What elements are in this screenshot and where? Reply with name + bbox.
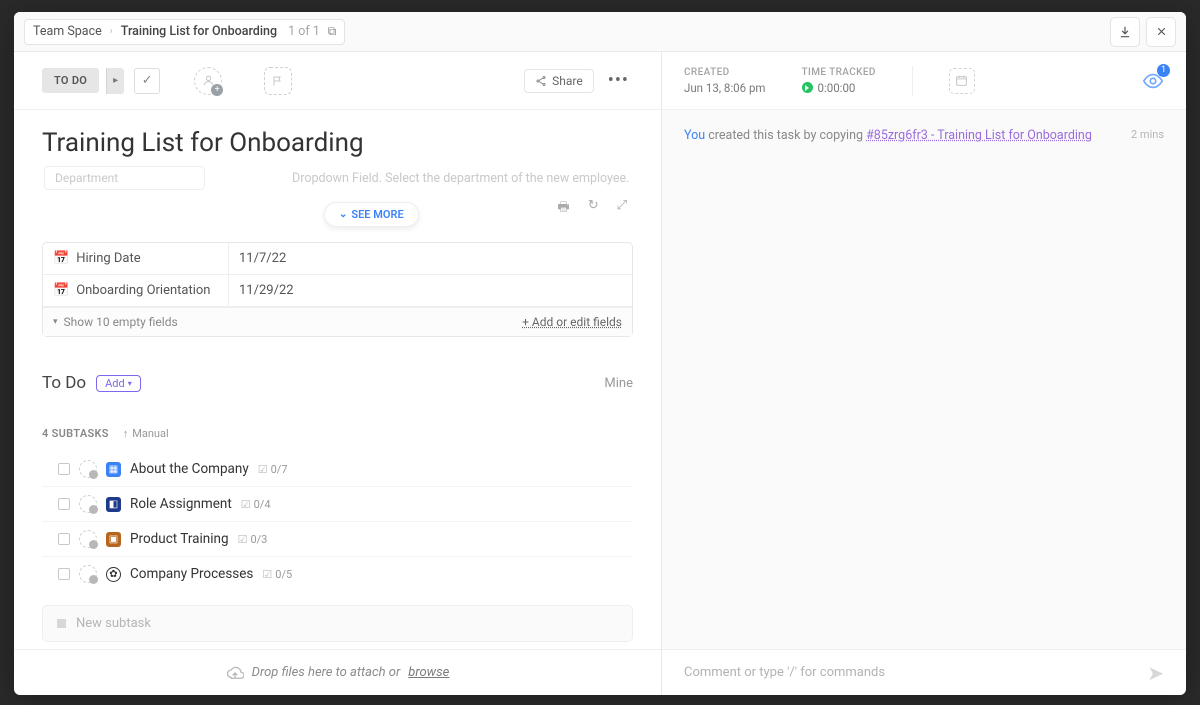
- activity-actor[interactable]: You: [684, 128, 705, 143]
- header-bar: Team Space › Training List for Onboardin…: [14, 12, 1186, 52]
- subtask-progress: 0/5: [262, 568, 292, 581]
- complete-button[interactable]: ✓: [134, 68, 160, 94]
- plus-icon: +: [211, 84, 223, 96]
- share-icon: [535, 75, 547, 87]
- calendar-icon: 📅: [53, 283, 69, 298]
- gear-icon: ✿: [106, 567, 121, 582]
- new-tab-icon[interactable]: ⧉: [328, 24, 337, 39]
- breadcrumb-list[interactable]: Training List for Onboarding: [121, 24, 277, 39]
- subtask-sort[interactable]: ↑ Manual: [123, 427, 169, 440]
- cf-name: 📅 Onboarding Orientation: [43, 275, 229, 306]
- subtask-name: Role Assignment: [130, 496, 232, 512]
- meta-bar: CREATED Jun 13, 8:06 pm TIME TRACKED 0:0…: [662, 52, 1186, 110]
- assignee-icon[interactable]: [79, 565, 97, 583]
- todo-section-title: To Do: [42, 373, 86, 393]
- subtask-name: Product Training: [130, 531, 229, 547]
- cf-row[interactable]: 📅 Hiring Date 11/7/22: [43, 243, 632, 275]
- breadcrumb-position: 1 of 1: [288, 24, 320, 39]
- browse-link[interactable]: browse: [408, 665, 449, 680]
- time-tracked-block[interactable]: TIME TRACKED 0:00:00: [802, 67, 876, 95]
- task-modal: Team Space › Training List for Onboardin…: [14, 12, 1186, 695]
- chevron-down-icon: ▾: [128, 379, 132, 388]
- subtask-row[interactable]: ◧ Role Assignment 0/4: [42, 487, 633, 522]
- more-menu[interactable]: •••: [604, 70, 633, 91]
- description-hint: Department Dropdown Field. Select the de…: [42, 172, 633, 192]
- print-icon[interactable]: 🖶: [557, 198, 569, 220]
- see-more-button[interactable]: ⌄ SEE MORE: [324, 202, 419, 227]
- chevron-down-icon: ⌄: [339, 209, 347, 220]
- department-field-ghost: Department: [44, 166, 205, 190]
- role-icon: ◧: [106, 497, 121, 512]
- activity-time: 2 mins: [1131, 128, 1164, 141]
- cf-row[interactable]: 📅 Onboarding Orientation 11/29/22: [43, 275, 632, 307]
- status-button[interactable]: TO DO: [42, 68, 99, 93]
- chevron-down-icon: ▾: [53, 317, 58, 327]
- breadcrumb: Team Space › Training List for Onboardin…: [24, 19, 345, 45]
- task-toolbar: TO DO ▸ ✓ + Share •••: [14, 52, 661, 110]
- checkbox[interactable]: [58, 463, 70, 475]
- checkbox[interactable]: [58, 533, 70, 545]
- priority-flag[interactable]: [264, 67, 292, 95]
- assignee-icon[interactable]: [79, 460, 97, 478]
- department-caption: Dropdown Field. Select the department of…: [292, 171, 629, 186]
- box-icon: ▣: [106, 532, 121, 547]
- share-button[interactable]: Share: [524, 69, 594, 93]
- square-icon: [57, 619, 66, 628]
- assignee-icon[interactable]: [79, 495, 97, 513]
- subtask-row[interactable]: ▦ About the Company 0/7: [42, 452, 633, 487]
- assignee-icon[interactable]: [79, 530, 97, 548]
- play-icon[interactable]: [802, 82, 813, 93]
- add-edit-fields[interactable]: + Add or edit fields: [522, 315, 622, 329]
- subtask-row[interactable]: ✿ Company Processes 0/5: [42, 557, 633, 591]
- cloud-upload-icon: [226, 664, 244, 682]
- cf-name: 📅 Hiring Date: [43, 243, 229, 274]
- expand-icon[interactable]: ⤢: [617, 198, 627, 220]
- custom-fields-table: 📅 Hiring Date 11/7/22 📅 Onboarding Orien…: [42, 242, 633, 337]
- subtask-progress: 0/3: [238, 533, 268, 546]
- history-icon[interactable]: ↻: [588, 198, 599, 220]
- activity-entry: You created this task by copying #85zrg6…: [684, 128, 1164, 143]
- cf-value[interactable]: 11/29/22: [229, 275, 632, 306]
- send-icon[interactable]: ➤: [1147, 661, 1164, 685]
- subtask-count: 4 SUBTASKS: [42, 427, 109, 440]
- show-empty-fields[interactable]: ▾ Show 10 empty fields: [53, 315, 178, 329]
- activity-feed: You created this task by copying #85zrg6…: [662, 110, 1186, 649]
- comment-input[interactable]: Comment or type '/' for commands ➤: [662, 649, 1186, 695]
- share-label: Share: [552, 74, 583, 88]
- due-date-button[interactable]: [949, 68, 975, 94]
- task-title[interactable]: Training List for Onboarding: [42, 128, 633, 158]
- subtask-progress: 0/7: [258, 463, 288, 476]
- breadcrumb-space[interactable]: Team Space: [33, 24, 102, 39]
- add-status-button[interactable]: Add ▾: [96, 375, 141, 392]
- checkbox[interactable]: [58, 498, 70, 510]
- calendar-icon: 📅: [53, 251, 69, 266]
- sort-icon: ↑: [123, 427, 129, 440]
- assignee-add[interactable]: +: [194, 67, 222, 95]
- subtask-list: ▦ About the Company 0/7 ◧ Role Assignmen…: [42, 452, 633, 591]
- close-button[interactable]: [1146, 17, 1176, 47]
- new-subtask-input[interactable]: New subtask: [42, 605, 633, 642]
- created-block: CREATED Jun 13, 8:06 pm: [684, 67, 766, 95]
- watcher-count: 1: [1157, 64, 1170, 77]
- checkbox[interactable]: [58, 568, 70, 580]
- left-pane: TO DO ▸ ✓ + Share •••: [14, 52, 662, 695]
- watchers-button[interactable]: 1: [1142, 70, 1164, 92]
- subtask-progress: 0/4: [241, 498, 271, 511]
- building-icon: ▦: [106, 462, 121, 477]
- mine-filter[interactable]: Mine: [604, 376, 633, 391]
- subtask-row[interactable]: ▣ Product Training 0/3: [42, 522, 633, 557]
- minimize-button[interactable]: [1110, 17, 1140, 47]
- attachment-dropzone[interactable]: Drop files here to attach or browse: [14, 649, 661, 695]
- next-status-button[interactable]: ▸: [106, 68, 124, 94]
- subtask-name: About the Company: [130, 461, 249, 477]
- copied-task-link[interactable]: #85zrg6fr3 - Training List for Onboardin…: [866, 128, 1092, 143]
- cf-value[interactable]: 11/7/22: [229, 243, 632, 274]
- subtask-name: Company Processes: [130, 566, 253, 582]
- chevron-right-icon: ›: [110, 26, 113, 37]
- right-pane: CREATED Jun 13, 8:06 pm TIME TRACKED 0:0…: [662, 52, 1186, 695]
